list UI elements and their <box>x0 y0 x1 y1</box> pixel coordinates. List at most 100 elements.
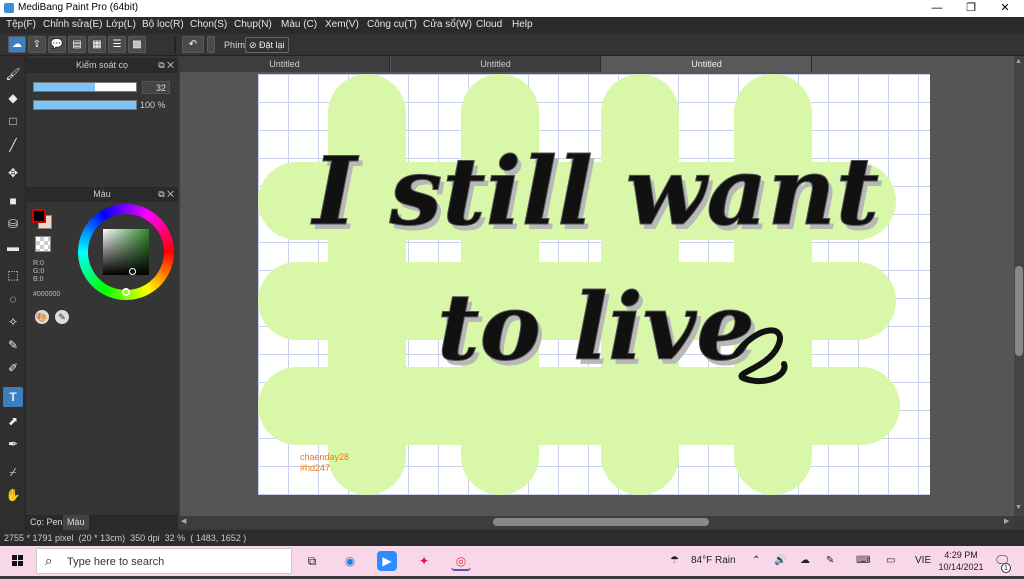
operation-tool-icon[interactable]: ⬈ <box>3 411 23 431</box>
chrome-icon[interactable]: ◎ <box>451 551 471 571</box>
menu-file[interactable]: Tệp(F) <box>6 19 36 30</box>
list-icon[interactable]: ☰ <box>108 36 126 53</box>
doc-tab-3[interactable]: Untitled <box>602 56 812 72</box>
tray-chevron-icon[interactable]: ⌃ <box>752 546 760 576</box>
weather-icon[interactable]: ☂ <box>670 546 679 576</box>
menu-capture[interactable]: Chụp(N) <box>234 19 272 30</box>
menu-tools[interactable]: Công cụ(T) <box>367 19 417 30</box>
close-button[interactable]: ✕ <box>988 0 1022 17</box>
maximize-button[interactable]: ❐ <box>954 0 988 17</box>
move-tool-icon[interactable]: ✥ <box>3 163 23 183</box>
menu-edit[interactable]: Chỉnh sửa(E) <box>43 19 103 30</box>
hue-marker[interactable] <box>122 288 130 296</box>
volume-icon[interactable]: 🔊 <box>774 546 786 576</box>
shade-marker[interactable] <box>129 268 136 275</box>
drawing-canvas[interactable]: I still want I still want to live to liv… <box>258 74 930 495</box>
taskbar-clock[interactable]: 4:29 PM 10/14/2021 <box>936 549 986 573</box>
document-icon[interactable]: ▦ <box>88 36 106 53</box>
windows-icon <box>12 555 23 566</box>
reset-button[interactable]: ⊘ Đặt lại <box>245 37 289 53</box>
brush-control-title: Kiểm soát cọ <box>75 60 129 70</box>
title-bar: MediBang Paint Pro (64bit) — ❐ ✕ <box>0 0 1024 17</box>
color-panel-title: Màu <box>93 189 111 199</box>
reset-label: Đặt lại <box>259 40 285 50</box>
scroll-up-icon[interactable]: ▲ <box>1015 58 1022 65</box>
scroll-down-icon[interactable]: ▼ <box>1015 504 1022 511</box>
menu-help[interactable]: Help <box>512 19 533 30</box>
vertical-scrollbar[interactable]: ▲ ▼ <box>1014 56 1024 516</box>
color-wheel[interactable] <box>78 204 174 300</box>
pen-tool-icon[interactable]: ✒ <box>3 434 23 454</box>
menu-cloud[interactable]: Cloud <box>476 19 502 30</box>
menu-color[interactable]: Màu (C) <box>281 19 317 30</box>
tab-color[interactable]: Màu <box>63 515 89 530</box>
weather-text[interactable]: 84°F Rain <box>691 546 736 576</box>
lettering-line2: to live <box>437 273 755 381</box>
menu-view[interactable]: Xem(V) <box>325 19 359 30</box>
line-tool-icon[interactable]: ╱ <box>3 135 23 155</box>
select-pen-tool-icon[interactable]: ✎ <box>3 335 23 355</box>
undo-icon[interactable]: ↶ <box>182 36 204 53</box>
palette-icon[interactable]: 🎨 <box>35 310 49 324</box>
blue-value: B:0 <box>33 276 44 283</box>
panel-buttons[interactable]: ⧉ ✕ <box>158 58 174 73</box>
horizontal-scrollbar[interactable]: ◀ ▶ <box>180 516 1014 528</box>
task-view-icon[interactable]: ⧉ <box>302 551 322 571</box>
share-icon[interactable]: ⇪ <box>28 36 46 53</box>
toolbar-handle[interactable] <box>207 36 215 53</box>
lasso-tool-icon[interactable]: ◌ <box>3 289 23 309</box>
menu-window[interactable]: Cửa sổ(W) <box>423 19 472 30</box>
transparent-color-swatch[interactable] <box>35 236 51 252</box>
primary-color-swatch[interactable] <box>32 209 46 223</box>
display-icon[interactable]: ▭ <box>886 546 895 576</box>
brush-opacity-value: 100 % <box>140 100 166 110</box>
eraser-tool-icon[interactable]: ◆ <box>3 88 23 108</box>
onedrive-icon[interactable]: ☁ <box>800 546 810 576</box>
menu-filter[interactable]: Bộ lọc(R) <box>142 19 184 30</box>
taskbar-search[interactable]: ⌕ Type here to search <box>36 548 292 574</box>
keyboard-icon[interactable]: ⌨ <box>856 546 870 576</box>
artwork: I still want I still want to live to liv… <box>258 74 900 495</box>
rectangle-tool-icon[interactable]: □ <box>3 111 23 131</box>
bucket-tool-icon[interactable]: ⛁ <box>3 214 23 234</box>
brush-opacity-slider[interactable] <box>33 100 137 110</box>
language-indicator[interactable]: VIE <box>915 546 931 576</box>
select-eraser-tool-icon[interactable]: ✐ <box>3 358 23 378</box>
select-tool-icon[interactable]: ⬚ <box>3 265 23 285</box>
scroll-right-icon[interactable]: ▶ <box>1004 517 1009 525</box>
eyedropper-tool-icon[interactable]: ⌿ <box>3 462 23 482</box>
zoom-icon[interactable]: ▶ <box>377 551 397 571</box>
start-button[interactable] <box>0 546 36 576</box>
clock-date: 10/14/2021 <box>938 562 984 572</box>
tab-brush[interactable]: Cọ: Pen <box>26 515 67 530</box>
brush-size-value[interactable]: 32 <box>142 81 170 94</box>
pen-icon[interactable]: ✎ <box>826 546 834 576</box>
brush-tool-icon[interactable]: 🖌 <box>3 64 23 84</box>
color-square[interactable] <box>103 229 149 275</box>
brush-size-slider[interactable] <box>33 82 137 92</box>
medibang-icon[interactable]: ✦ <box>414 551 434 571</box>
doc-tab-1[interactable]: Untitled <box>180 56 390 72</box>
edge-icon[interactable]: ◉ <box>340 551 360 571</box>
menu-select[interactable]: Chọn(S) <box>190 19 227 30</box>
phim-label: Phím <box>224 40 246 50</box>
doc-tab-2[interactable]: Untitled <box>391 56 601 72</box>
text-tool-icon[interactable]: T <box>3 387 23 407</box>
minimize-button[interactable]: — <box>920 0 954 17</box>
magic-wand-tool-icon[interactable]: ✧ <box>3 312 23 332</box>
menu-layer[interactable]: Lớp(L) <box>106 19 136 30</box>
gradient-tool-icon[interactable]: ▬ <box>3 237 23 257</box>
vertical-scroll-thumb[interactable] <box>1015 266 1023 356</box>
palette-edit-icon[interactable]: ✎ <box>55 310 69 324</box>
grid-icon[interactable]: ▩ <box>128 36 146 53</box>
hand-tool-icon[interactable]: ✋ <box>3 485 23 505</box>
horizontal-scroll-thumb[interactable] <box>493 518 709 526</box>
brush-size-fill <box>34 83 96 91</box>
panel-buttons[interactable]: ⧉ ✕ <box>158 187 174 202</box>
app-icon <box>4 3 14 13</box>
chat-icon[interactable]: ▤ <box>68 36 86 53</box>
fill-rect-tool-icon[interactable]: ■ <box>3 191 23 211</box>
scroll-left-icon[interactable]: ◀ <box>181 517 186 525</box>
comment-icon[interactable]: 💬 <box>48 36 66 53</box>
cloud-icon[interactable]: ☁ <box>8 36 26 53</box>
